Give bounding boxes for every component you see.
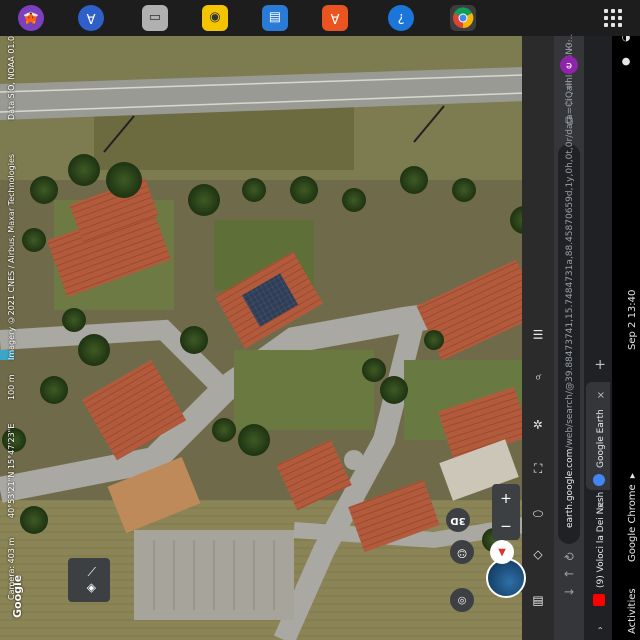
tab-title: Google Earth: [596, 409, 606, 468]
projects-icon[interactable]: ✲: [530, 416, 546, 432]
dock-writer-icon[interactable]: ▤: [262, 5, 288, 31]
tab-search-icon[interactable]: ⌄: [596, 624, 604, 634]
earth-menu-icon[interactable]: ▤: [530, 594, 546, 610]
share-icon[interactable]: ⇧: [561, 76, 577, 92]
profile-avatar[interactable]: e: [560, 56, 578, 74]
chrome-tab-strip: ⌄ + Google Earth × (9) Voloci la Dei Nes…: [584, 36, 612, 640]
google-earth-favicon-icon: [593, 474, 605, 486]
earth-tools-sidebar: ▤ ◇ ⬭ ⛶ ✲ ⌕ ☰: [522, 36, 554, 640]
dock-rhythmbox-icon[interactable]: ◉: [202, 5, 228, 31]
chrome-toolbar: ← → ⟳ earth.google.com/web/search/@39.88…: [554, 34, 584, 640]
rotated-canvas: Activities Google Chrome ▾ Sep 2 13:40 ●…: [0, 0, 640, 640]
my-location-icon[interactable]: ◎: [450, 588, 474, 612]
dock-files-icon[interactable]: ▭: [142, 5, 168, 31]
install-app-icon[interactable]: ⧉: [561, 112, 577, 128]
tab-close-icon[interactable]: ×: [597, 389, 605, 400]
dock-software-icon[interactable]: A: [322, 5, 348, 31]
camera-altitude: Camera: 403 m: [7, 537, 16, 600]
dock-appstore-icon[interactable]: A: [78, 5, 104, 31]
clock[interactable]: Sep 2 13:40: [627, 290, 638, 350]
tab-youtube[interactable]: (9) Voloci la Dei Nesh ×: [586, 492, 610, 610]
network-icon[interactable]: ●: [616, 54, 636, 68]
voyager-icon[interactable]: ⬭: [530, 506, 546, 522]
measure-icon: ⟋: [87, 564, 96, 578]
dock: ? A ▤ ◉ ▭ A 🦊: [0, 0, 640, 36]
address-bar[interactable]: earth.google.com/web/search/@39.88473741…: [558, 34, 580, 544]
reload-button[interactable]: ⟳: [561, 548, 577, 564]
zoom-in-button[interactable]: +: [492, 484, 520, 512]
mini-globe-icon[interactable]: [486, 558, 526, 598]
google-earth-viewport[interactable]: ▤ ◇ ⬭ ⛶ ✲ ⌕ ☰ ☺ ◎ 3D − + ▲ ◈ ⟋ Google Ca…: [0, 36, 554, 640]
street-view-pegman-icon[interactable]: ☺: [450, 540, 474, 564]
hamburger-menu-icon[interactable]: ☰: [530, 326, 546, 342]
chevron-down-icon: ▾: [627, 470, 638, 482]
dock-chrome-icon[interactable]: [450, 5, 476, 31]
data-credit: Data SIO, NOAA 01.03.2021: [7, 36, 16, 120]
activities-button[interactable]: Activities: [627, 588, 638, 634]
zoom-out-button[interactable]: −: [492, 512, 520, 540]
imagery-credit: Imagery ©2021 CNES / Airbus, Maxar Techn…: [7, 153, 16, 360]
coordinates: 40°53'21"N 15°47'23"E: [7, 423, 16, 518]
tab-google-earth[interactable]: Google Earth ×: [586, 382, 610, 490]
layers-icon: ◈: [86, 582, 96, 596]
altitude: 100 m: [7, 374, 16, 400]
dock-firefox-icon[interactable]: 🦊: [18, 5, 44, 31]
app-menu[interactable]: Google Chrome ▾: [627, 470, 638, 562]
show-applications-icon[interactable]: [604, 9, 622, 27]
chrome-menu-icon[interactable]: ⋮: [561, 36, 577, 52]
3d-toggle-button[interactable]: 3D: [446, 508, 470, 532]
desktop-screen: Activities Google Chrome ▾ Sep 2 13:40 ●…: [0, 0, 640, 640]
zoom-controls: − +: [492, 484, 520, 540]
map-style-button[interactable]: ◈ ⟋: [68, 558, 110, 602]
youtube-favicon-icon: [593, 594, 605, 606]
back-button[interactable]: ←: [561, 584, 577, 600]
dock-help-icon[interactable]: ?: [388, 5, 414, 31]
url-host: earth.google.com: [565, 448, 575, 528]
earth-status-bar: Camera: 403 m 40°53'21"N 15°47'23"E 100 …: [0, 36, 20, 600]
search-icon[interactable]: ⌕: [530, 370, 546, 386]
tab-close-icon[interactable]: ×: [597, 499, 605, 510]
app-menu-label: Google Chrome: [627, 484, 638, 562]
gnome-top-bar: Activities Google Chrome ▾ Sep 2 13:40 ●…: [612, 0, 640, 640]
dice-icon[interactable]: ⛶: [530, 460, 546, 476]
compass-icon[interactable]: ▲: [490, 540, 514, 564]
diamond-icon[interactable]: ◇: [530, 548, 546, 564]
new-tab-button[interactable]: +: [594, 356, 606, 372]
forward-button[interactable]: →: [561, 566, 577, 582]
bookmark-star-icon[interactable]: ☆: [561, 94, 577, 110]
